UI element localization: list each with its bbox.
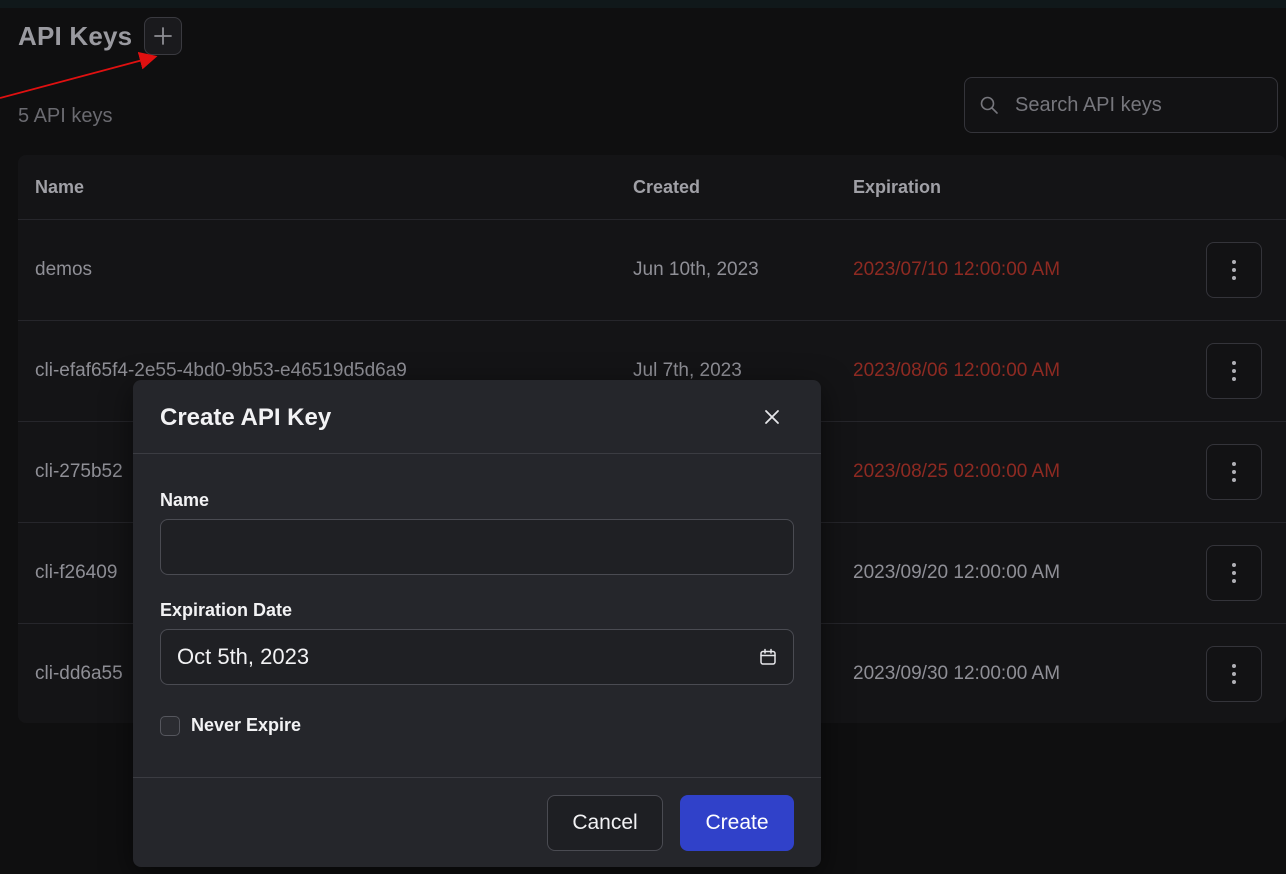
more-vertical-icon [1232, 563, 1236, 583]
add-api-key-button[interactable] [144, 17, 183, 55]
row-menu-button[interactable] [1206, 242, 1262, 298]
expiration-date-value: Oct 5th, 2023 [177, 644, 310, 669]
row-name: cli-dd6a55 [35, 663, 123, 684]
row-name: cli-275b52 [35, 461, 123, 482]
plus-icon [154, 27, 173, 45]
calendar-icon[interactable] [759, 648, 777, 666]
never-expire-option[interactable]: Never Expire [160, 715, 301, 736]
api-key-count: 5 API keys [18, 105, 113, 127]
row-created: Jul 7th, 2023 [633, 360, 742, 381]
row-created: Jun 10th, 2023 [633, 259, 759, 280]
row-expiration: 2023/07/10 12:00:00 AM [853, 259, 1061, 280]
search-icon [980, 96, 998, 114]
never-expire-checkbox[interactable] [160, 715, 180, 736]
row-expiration: 2023/09/30 12:00:00 AM [853, 663, 1061, 684]
search-box[interactable] [964, 77, 1278, 133]
dialog-footer: Cancel Create [133, 777, 821, 867]
name-field[interactable] [160, 519, 794, 575]
row-expiration: 2023/09/20 12:00:00 AM [853, 562, 1061, 583]
row-expiration: 2023/08/06 12:00:00 AM [853, 360, 1061, 381]
top-strip [0, 0, 1286, 8]
create-button[interactable]: Create [680, 795, 794, 851]
create-api-key-dialog: Create API Key Name Expiration Date Oct … [133, 380, 821, 867]
close-icon [765, 410, 779, 424]
expiration-date-label: Expiration Date [160, 600, 293, 620]
more-vertical-icon [1232, 260, 1236, 280]
row-name: cli-efaf65f4-2e55-4bd0-9b53-e46519d5d6a9 [35, 360, 407, 381]
page-title: API Keys [18, 20, 133, 51]
title-row: API Keys [18, 17, 183, 55]
page: API Keys 5 API keys Name Created Expirat… [0, 0, 1286, 874]
table-header: Name Created Expiration [18, 155, 1286, 220]
table-row: demos Jun 10th, 2023 2023/07/10 12:00:00… [18, 220, 1286, 321]
row-expiration: 2023/08/25 02:00:00 AM [853, 461, 1061, 482]
expiration-date-picker[interactable]: Oct 5th, 2023 [160, 629, 794, 685]
row-menu-button[interactable] [1206, 646, 1262, 702]
dialog-title: Create API Key [160, 404, 332, 431]
row-menu-button[interactable] [1206, 545, 1262, 601]
row-name: cli-f26409 [35, 562, 118, 583]
more-vertical-icon [1232, 361, 1236, 381]
row-menu-button[interactable] [1206, 343, 1262, 399]
search-input[interactable] [1013, 92, 1267, 118]
close-button[interactable] [757, 402, 787, 432]
column-header-created[interactable]: Created [633, 177, 700, 198]
more-vertical-icon [1232, 462, 1236, 482]
cancel-button[interactable]: Cancel [547, 795, 663, 851]
row-name: demos [35, 259, 93, 280]
column-header-expiration[interactable]: Expiration [853, 177, 941, 198]
more-vertical-icon [1232, 664, 1236, 684]
row-menu-button[interactable] [1206, 444, 1262, 500]
never-expire-label[interactable]: Never Expire [191, 715, 301, 736]
dialog-header: Create API Key [133, 380, 821, 454]
name-label: Name [160, 490, 210, 510]
column-header-name[interactable]: Name [35, 177, 84, 198]
